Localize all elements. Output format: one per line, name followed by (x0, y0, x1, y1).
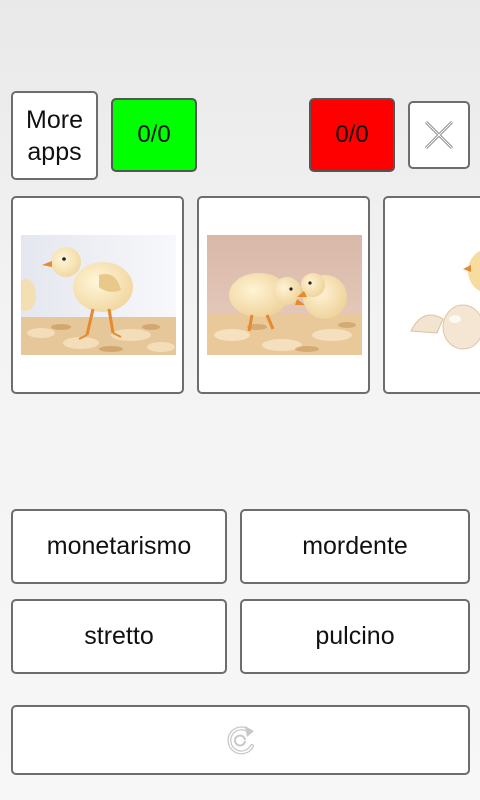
refresh-icon (226, 726, 254, 755)
close-icon (424, 120, 454, 150)
close-button[interactable] (408, 101, 470, 169)
more-apps-label-line2: apps (27, 137, 82, 166)
refresh-button[interactable] (11, 705, 470, 775)
image-card-1[interactable] (11, 196, 184, 394)
image-card-2[interactable] (197, 196, 370, 394)
correct-score-value: 0/0 (137, 121, 171, 148)
image-card-3[interactable] (383, 196, 480, 394)
answer-label: stretto (84, 622, 154, 650)
more-apps-button[interactable]: More apps (11, 91, 98, 180)
eggs-chick-photo (393, 235, 480, 355)
two-chicks-photo (207, 235, 362, 355)
answer-button-3[interactable]: stretto (11, 599, 227, 674)
chick-photo (21, 235, 176, 355)
wrong-score-badge: 0/0 (309, 98, 395, 172)
more-apps-label-line1: More (26, 105, 83, 134)
wrong-score-value: 0/0 (335, 121, 369, 148)
answer-button-2[interactable]: mordente (240, 509, 470, 584)
answer-label: monetarismo (46, 532, 192, 560)
answer-label: pulcino (315, 622, 395, 650)
answer-button-1[interactable]: monetarismo (11, 509, 227, 584)
answer-label: mordente (302, 532, 408, 560)
correct-score-badge: 0/0 (111, 98, 197, 172)
answer-button-4[interactable]: pulcino (240, 599, 470, 674)
